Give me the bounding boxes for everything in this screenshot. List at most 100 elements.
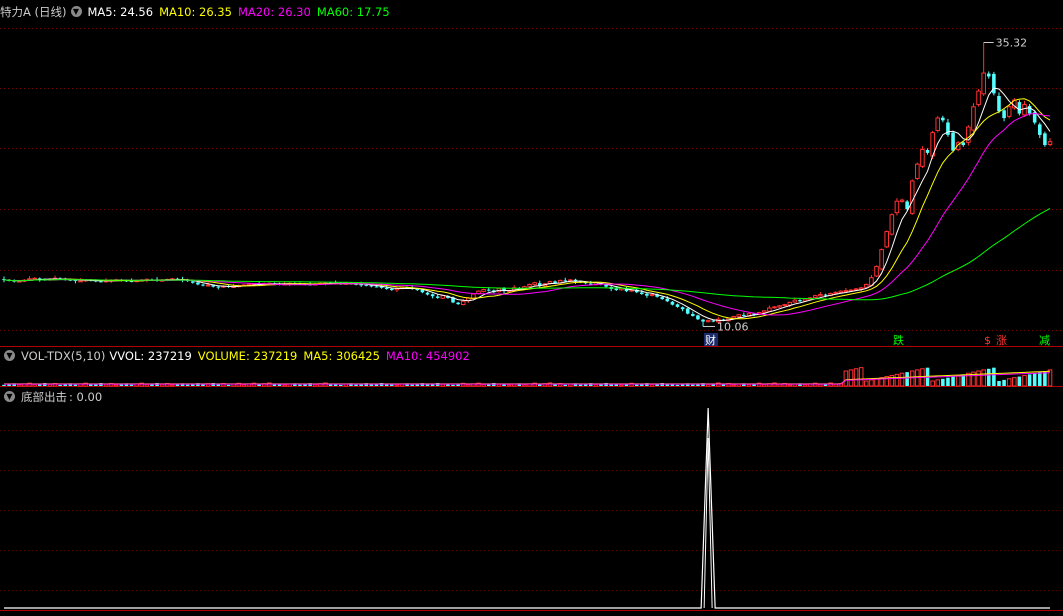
volume-bar-up xyxy=(909,370,915,387)
candle-body-up xyxy=(705,319,711,323)
volume-bar-down xyxy=(129,384,134,386)
volume-bar-up xyxy=(144,383,150,387)
candle-body-down xyxy=(1027,105,1032,114)
candle-body-down xyxy=(701,319,705,322)
high-price-label: 35.32 xyxy=(996,37,1027,50)
low-price-label: 10.06 xyxy=(717,320,749,333)
candle-body-up xyxy=(767,307,772,312)
candle-body-down xyxy=(1038,124,1042,135)
volume-bar-down xyxy=(905,372,909,386)
volume-bar-down xyxy=(1017,376,1022,386)
candle-body-down xyxy=(951,132,955,151)
volume-bar-up xyxy=(17,384,22,387)
volume-bar-down xyxy=(946,377,950,386)
candle-body-down xyxy=(665,298,670,302)
volume-bar-up xyxy=(843,370,849,387)
volume-bar-down xyxy=(563,384,568,386)
volume-bar-down xyxy=(185,384,190,386)
candle-body-up xyxy=(971,106,976,131)
candle-body-down xyxy=(685,308,690,314)
candle-body-up xyxy=(915,163,920,179)
candle-body-down xyxy=(925,150,930,153)
candle-body-up xyxy=(460,300,466,306)
candle-body-down xyxy=(1002,110,1006,119)
volume-bar-up xyxy=(170,384,175,387)
volume-bar-up xyxy=(522,384,527,387)
volume-bar-up xyxy=(731,384,736,387)
candle-body-up xyxy=(78,280,83,283)
candle-body-up xyxy=(481,288,486,292)
candle-body-up xyxy=(782,304,787,307)
volume-bar-down xyxy=(1032,373,1037,386)
volume-bar-down xyxy=(997,381,1001,386)
candle-body-down xyxy=(216,286,221,288)
candle-body-down xyxy=(389,288,394,291)
candle-body-up xyxy=(899,199,905,202)
volume-bar-up xyxy=(930,380,935,387)
candle-body-up xyxy=(777,305,782,308)
cai-marker: 财 xyxy=(705,333,716,347)
candle-body-down xyxy=(711,320,716,322)
candle-body-up xyxy=(787,301,793,306)
candle-body-up xyxy=(649,294,655,297)
candle-body-down xyxy=(798,299,802,302)
candle-body-up xyxy=(731,315,736,319)
candle-body-down xyxy=(196,282,200,285)
candle-body-down xyxy=(384,287,389,289)
volume-bar-up xyxy=(312,383,318,387)
volume-bar-down xyxy=(941,378,945,386)
jian-marker: 减 xyxy=(1039,334,1050,347)
volume-bar-up xyxy=(649,383,655,387)
volume-bar-down xyxy=(992,367,996,386)
candle-body-up xyxy=(1047,141,1053,146)
bottom-signal-line xyxy=(4,407,1050,609)
candle-body-up xyxy=(813,295,818,299)
candle-body-down xyxy=(696,315,700,320)
candle-body-up xyxy=(976,90,981,105)
volume-bar-up xyxy=(466,384,471,387)
candle-body-down xyxy=(1017,102,1022,114)
volume-bar-up xyxy=(593,383,599,387)
volume-bar-up xyxy=(746,384,752,387)
volume-bar-up xyxy=(113,384,119,387)
candle-body-up xyxy=(1006,106,1012,117)
candle-body-up xyxy=(527,283,532,287)
candle-body-up xyxy=(802,298,808,302)
candle-body-up xyxy=(909,180,915,214)
volume-bar-down xyxy=(354,384,358,386)
candle-body-down xyxy=(691,313,695,316)
volume-bar-up xyxy=(1006,378,1012,387)
volume-bar-down xyxy=(1027,374,1032,386)
volume-bar-down xyxy=(425,384,430,386)
volume-bar-up xyxy=(705,383,711,387)
candle-body-up xyxy=(935,117,941,131)
volume-bar-down xyxy=(201,384,205,386)
candle-body-down xyxy=(742,314,746,316)
volume-bar-up xyxy=(894,373,900,387)
candle-body-up xyxy=(532,282,537,286)
candle-body-down xyxy=(486,289,491,291)
candle-body-down xyxy=(563,280,568,282)
candle-body-up xyxy=(838,290,844,293)
candle-body-up xyxy=(853,288,859,291)
candle-body-down xyxy=(640,292,644,294)
volume-bar-up xyxy=(282,384,287,387)
candle-body-down xyxy=(645,293,649,296)
bottom-signal-line-inner xyxy=(703,437,713,609)
candle-body-down xyxy=(129,281,134,283)
volume-bar-up xyxy=(853,368,859,387)
candle-body-up xyxy=(884,231,890,248)
candle-body-down xyxy=(191,281,195,283)
candle-body-up xyxy=(889,214,895,235)
volume-bar-up xyxy=(955,374,961,387)
candle-body-up xyxy=(879,249,884,270)
volume-bar-up xyxy=(787,384,793,387)
volume-bar-up xyxy=(619,384,624,387)
volume-bar-up xyxy=(241,384,247,387)
volume-bar-up xyxy=(981,369,986,387)
volume-bar-up xyxy=(818,383,823,387)
volume-bar-down xyxy=(951,376,955,386)
volume-bar-down xyxy=(578,384,583,386)
volume-bar-down xyxy=(88,384,93,386)
volume-bar-down xyxy=(986,368,991,386)
